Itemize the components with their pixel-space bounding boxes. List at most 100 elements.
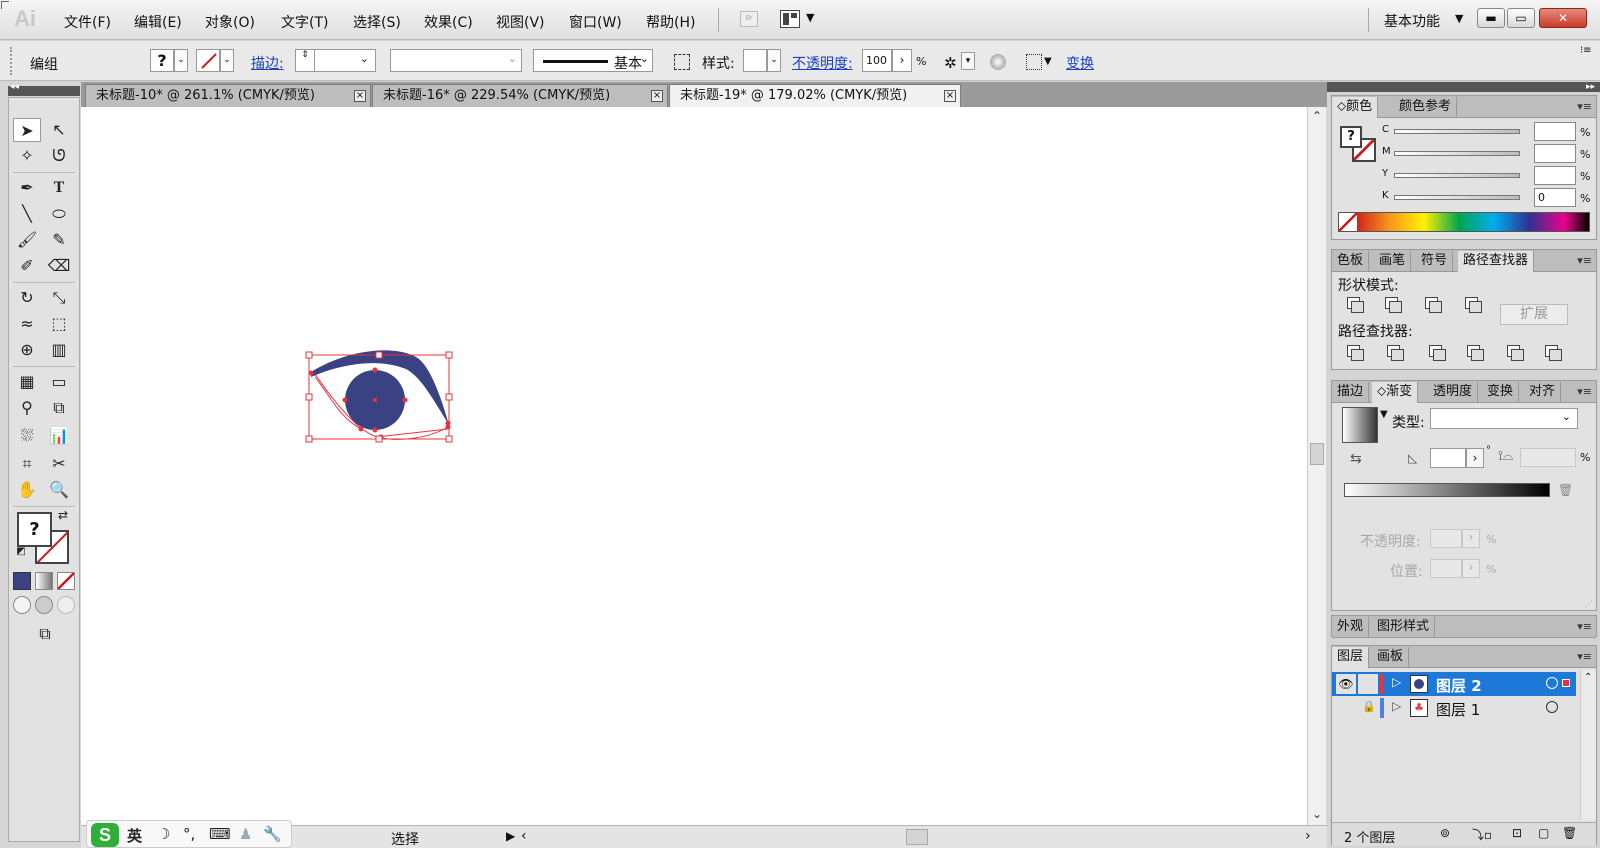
- blob-brush-tool-icon[interactable]: ✐: [13, 254, 41, 278]
- chevron-down-icon[interactable]: ▾: [961, 52, 975, 70]
- tab-pathfinder[interactable]: 路径查找器: [1458, 251, 1535, 272]
- half-width-icon[interactable]: ☽: [157, 825, 170, 843]
- chevron-right-icon[interactable]: ›: [1466, 448, 1484, 468]
- make-clipping-mask-icon[interactable]: ⤵▫: [1472, 826, 1492, 843]
- resize-grip-icon[interactable]: ⋰: [1585, 599, 1593, 608]
- draw-inside-icon[interactable]: [57, 596, 75, 614]
- stepper-icon[interactable]: ⇕: [295, 49, 315, 72]
- blend-tool-icon[interactable]: ⧉: [45, 396, 73, 420]
- warp-tool-icon[interactable]: ≈: [13, 312, 41, 336]
- artboard-tool-icon[interactable]: ⌗: [13, 452, 41, 476]
- panel-menu-icon[interactable]: ▾≡: [1577, 100, 1592, 113]
- scale-tool-icon[interactable]: ⤡: [45, 286, 73, 310]
- yellow-input[interactable]: [1534, 166, 1576, 185]
- shape-builder-tool-icon[interactable]: ⊕: [13, 338, 41, 362]
- align-options-icon[interactable]: [1026, 54, 1042, 70]
- ellipse-tool-icon[interactable]: ⬭: [45, 202, 73, 226]
- intersect-icon[interactable]: [1424, 296, 1442, 313]
- expand-button[interactable]: 扩展: [1500, 304, 1568, 325]
- tab-appearance[interactable]: 外观: [1332, 617, 1370, 638]
- line-tool-icon[interactable]: ╲: [13, 202, 41, 226]
- bridge-icon[interactable]: Br: [740, 11, 758, 27]
- expand-icon[interactable]: ▸▸: [1586, 82, 1595, 92]
- tab-graphic-styles[interactable]: 图形样式: [1372, 617, 1436, 638]
- status-tool-label[interactable]: 选择: [391, 829, 419, 848]
- scroll-up-icon[interactable]: ⌃: [1312, 109, 1322, 123]
- perspective-grid-tool-icon[interactable]: ▥: [45, 338, 73, 362]
- document-tab[interactable]: 未标题-10* @ 261.1% (CMYK/预览) ×: [85, 84, 371, 107]
- tab-gradient[interactable]: ⬦渐变: [1372, 382, 1419, 403]
- minus-back-icon[interactable]: [1544, 344, 1562, 361]
- close-icon[interactable]: ×: [354, 90, 366, 102]
- collapse-icon[interactable]: ◂◂: [10, 82, 19, 92]
- delete-layer-icon[interactable]: 🗑: [1562, 826, 1577, 840]
- panel-menu-icon[interactable]: ▾≡: [1577, 620, 1592, 633]
- menu-file[interactable]: 文件(F): [64, 12, 111, 32]
- color-mode-icon[interactable]: [13, 572, 31, 590]
- free-transform-tool-icon[interactable]: ⬚: [45, 312, 73, 336]
- column-graph-tool-icon[interactable]: 📊: [45, 424, 73, 448]
- close-button[interactable]: ✕: [1539, 8, 1587, 28]
- panel-menu-icon[interactable]: ⁝≡: [1580, 45, 1592, 56]
- menu-object[interactable]: 对象(O): [205, 12, 255, 32]
- scroll-left-icon[interactable]: ‹: [521, 828, 527, 844]
- document-tab[interactable]: 未标题-16* @ 229.54% (CMYK/预览) ×: [372, 84, 668, 107]
- grip-icon[interactable]: [10, 47, 13, 75]
- ime-logo-icon[interactable]: S: [91, 823, 119, 847]
- pen-tool-icon[interactable]: ✒: [13, 176, 41, 200]
- layer-name[interactable]: 图层 2: [1436, 675, 1482, 696]
- punctuation-icon[interactable]: °,: [183, 825, 195, 843]
- minimize-button[interactable]: ▬: [1477, 8, 1505, 28]
- fill-swatch[interactable]: ?: [1340, 126, 1362, 148]
- new-layer-icon[interactable]: ▢: [1538, 826, 1549, 840]
- magic-wand-tool-icon[interactable]: ✧: [13, 144, 41, 168]
- paintbrush-tool-icon[interactable]: 🖌: [13, 228, 41, 252]
- new-sublayer-icon[interactable]: ⊡: [1512, 826, 1522, 840]
- cyan-slider[interactable]: [1394, 129, 1520, 134]
- graphic-style-swatch[interactable]: [743, 49, 767, 72]
- rotate-tool-icon[interactable]: ↻: [13, 286, 41, 310]
- scroll-right-icon[interactable]: ›: [1305, 828, 1311, 844]
- merge-icon[interactable]: [1428, 344, 1446, 361]
- chevron-down-icon[interactable]: ▼: [806, 11, 814, 24]
- artboard-canvas[interactable]: [81, 107, 1307, 825]
- symbol-sprayer-tool-icon[interactable]: ⛆: [13, 424, 41, 448]
- workspace-switcher[interactable]: 基本功能: [1384, 11, 1440, 31]
- minus-front-icon[interactable]: [1384, 296, 1402, 313]
- menu-effect[interactable]: 效果(C): [424, 12, 473, 32]
- pencil-tool-icon[interactable]: ✎: [45, 228, 73, 252]
- tab-artboards[interactable]: 画板: [1372, 647, 1410, 668]
- unite-icon[interactable]: [1346, 296, 1364, 313]
- exclude-icon[interactable]: [1464, 296, 1482, 313]
- chevron-down-icon[interactable]: ▼: [1455, 12, 1463, 25]
- opacity-input[interactable]: 100: [862, 49, 892, 72]
- fill-swatch[interactable]: ?: [17, 512, 52, 547]
- user-icon[interactable]: ♟: [239, 825, 252, 843]
- selection-tool-icon[interactable]: ➤: [13, 118, 41, 142]
- panel-menu-icon[interactable]: ▾≡: [1577, 650, 1592, 663]
- keyboard-icon[interactable]: ⌨: [209, 825, 231, 843]
- none-mode-icon[interactable]: [57, 572, 75, 590]
- angle-icon[interactable]: ◺: [1408, 451, 1417, 465]
- target-circle-icon[interactable]: [1546, 677, 1558, 689]
- tab-symbols[interactable]: 符号: [1416, 251, 1454, 272]
- selection-indicator[interactable]: [1562, 679, 1570, 687]
- tab-transparency[interactable]: 透明度: [1428, 382, 1479, 403]
- chevron-down-icon[interactable]: ⌄: [767, 49, 781, 72]
- tab-brushes[interactable]: 画笔: [1374, 251, 1412, 272]
- chevron-right-icon[interactable]: ›: [892, 49, 912, 72]
- document-tab-active[interactable]: 未标题-19* @ 179.02% (CMYK/预览) ×: [669, 84, 961, 107]
- tab-color[interactable]: ⬦颜色: [1332, 97, 1379, 118]
- variable-width-profile-select[interactable]: ⌄: [390, 49, 522, 72]
- layers-scrollbar[interactable]: ⌃: [1580, 670, 1596, 820]
- scroll-up-icon[interactable]: ⌃: [1584, 672, 1592, 683]
- cyan-input[interactable]: [1534, 122, 1576, 141]
- ime-mode-toggle[interactable]: 英: [127, 825, 142, 846]
- menu-select[interactable]: 选择(S): [353, 12, 401, 32]
- gradient-mode-icon[interactable]: [35, 572, 53, 590]
- locate-object-icon[interactable]: ⊚: [1440, 826, 1450, 840]
- vertical-scrollbar[interactable]: ⌃ ⌄: [1307, 107, 1326, 825]
- chevron-down-icon[interactable]: ⌄: [220, 49, 234, 72]
- scrollbar-thumb[interactable]: [906, 829, 928, 845]
- aspect-ratio-icon[interactable]: ⟟⌓: [1498, 449, 1513, 464]
